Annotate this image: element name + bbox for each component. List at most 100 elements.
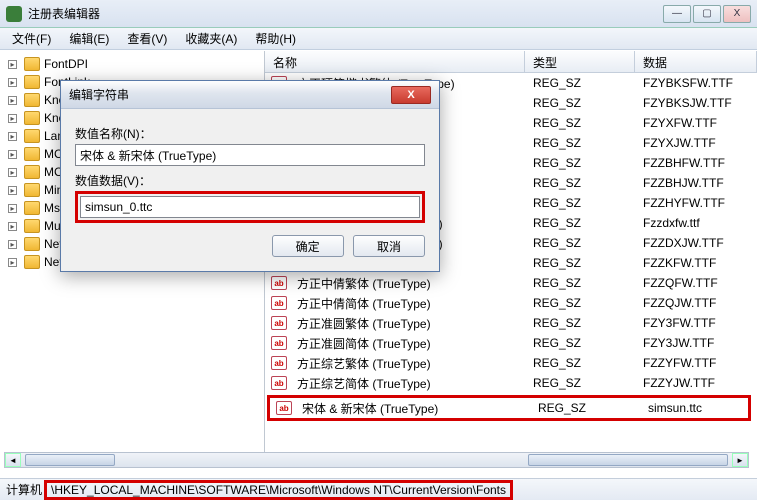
scroll-left-icon[interactable]: ◄: [5, 453, 21, 467]
folder-icon: [24, 111, 40, 125]
table-row[interactable]: ab宋体 & 新宋体 (TrueType)REG_SZsimsun.ttc: [270, 398, 748, 418]
folder-icon: [24, 237, 40, 251]
expand-icon[interactable]: [8, 258, 17, 267]
folder-icon: [24, 147, 40, 161]
cell-data: FZZBHFW.TTF: [635, 156, 757, 170]
app-icon: [6, 6, 22, 22]
window-title: 注册表编辑器: [28, 5, 663, 22]
expand-icon[interactable]: [8, 60, 17, 69]
menu-help[interactable]: 帮助(H): [247, 28, 304, 49]
horizontal-scrollbar[interactable]: ◄ ►: [4, 452, 749, 468]
header-data[interactable]: 数据: [635, 51, 757, 72]
menu-view[interactable]: 查看(V): [119, 28, 175, 49]
menu-file[interactable]: 文件(F): [4, 28, 59, 49]
cell-type: REG_SZ: [525, 196, 635, 210]
string-value-icon: ab: [271, 296, 287, 310]
folder-icon: [24, 129, 40, 143]
table-row[interactable]: ab方正综艺繁体 (TrueType)REG_SZFZZYFW.TTF: [265, 353, 757, 373]
scroll-thumb-left[interactable]: [25, 454, 115, 466]
minimize-button[interactable]: —: [663, 5, 691, 23]
list-header: 名称 类型 数据: [265, 51, 757, 73]
cell-data: FZYXJW.TTF: [635, 136, 757, 150]
expand-icon[interactable]: [8, 150, 17, 159]
cell-type: REG_SZ: [525, 236, 635, 250]
expand-icon[interactable]: [8, 186, 17, 195]
scroll-right-icon[interactable]: ►: [732, 453, 748, 467]
cell-type: REG_SZ: [525, 136, 635, 150]
header-type[interactable]: 类型: [525, 51, 635, 72]
expand-icon[interactable]: [8, 132, 17, 141]
value-data-input[interactable]: [80, 196, 420, 218]
edit-string-dialog: 编辑字符串 X 数值名称(N)： 数值数据(V)： 确定 取消: [60, 80, 440, 272]
table-row[interactable]: ab方正准圆简体 (TrueType)REG_SZFZY3JW.TTF: [265, 333, 757, 353]
highlighted-row: ab宋体 & 新宋体 (TrueType)REG_SZsimsun.ttc: [267, 395, 751, 421]
cell-name: 方正综艺繁体 (TrueType): [289, 355, 525, 372]
table-row[interactable]: ab方正中倩简体 (TrueType)REG_SZFZZQJW.TTF: [265, 293, 757, 313]
header-name[interactable]: 名称: [265, 51, 525, 72]
cell-type: REG_SZ: [525, 116, 635, 130]
cell-data: FZZYJW.TTF: [635, 376, 757, 390]
ok-button[interactable]: 确定: [272, 235, 344, 257]
cell-data: FZY3FW.TTF: [635, 316, 757, 330]
cell-type: REG_SZ: [525, 336, 635, 350]
expand-icon[interactable]: [8, 114, 17, 123]
string-value-icon: ab: [271, 356, 287, 370]
tree-item[interactable]: FontDPI: [0, 55, 264, 73]
maximize-button[interactable]: ▢: [693, 5, 721, 23]
menu-edit[interactable]: 编辑(E): [61, 28, 117, 49]
table-row[interactable]: ab方正综艺简体 (TrueType)REG_SZFZZYJW.TTF: [265, 373, 757, 393]
table-row[interactable]: ab方正准圆繁体 (TrueType)REG_SZFZY3FW.TTF: [265, 313, 757, 333]
cell-data: FZZQFW.TTF: [635, 276, 757, 290]
expand-icon[interactable]: [8, 240, 17, 249]
scroll-thumb-right[interactable]: [528, 454, 728, 466]
folder-icon: [24, 183, 40, 197]
cell-data: FZYXFW.TTF: [635, 116, 757, 130]
cell-type: REG_SZ: [525, 276, 635, 290]
string-value-icon: ab: [271, 316, 287, 330]
string-value-icon: ab: [271, 376, 287, 390]
value-name-input[interactable]: [75, 144, 425, 166]
folder-icon: [24, 93, 40, 107]
cell-data: FZZBHJW.TTF: [635, 176, 757, 190]
table-row[interactable]: ab方正中倩繁体 (TrueType)REG_SZFZZQFW.TTF: [265, 273, 757, 293]
folder-icon: [24, 75, 40, 89]
close-button[interactable]: X: [723, 5, 751, 23]
dialog-close-button[interactable]: X: [391, 86, 431, 104]
value-data-label: 数值数据(V)：: [75, 172, 425, 189]
status-bar: 计算机 \HKEY_LOCAL_MACHINE\SOFTWARE\Microso…: [0, 478, 757, 500]
folder-icon: [24, 57, 40, 71]
cancel-button[interactable]: 取消: [353, 235, 425, 257]
cell-type: REG_SZ: [525, 296, 635, 310]
folder-icon: [24, 201, 40, 215]
cell-data: Fzzdxfw.ttf: [635, 216, 757, 230]
folder-icon: [24, 219, 40, 233]
cell-data: FZZDXJW.TTF: [635, 236, 757, 250]
cell-name: 方正准圆简体 (TrueType): [289, 335, 525, 352]
cell-type: REG_SZ: [530, 401, 640, 415]
expand-icon[interactable]: [8, 222, 17, 231]
cell-type: REG_SZ: [525, 256, 635, 270]
cell-data: FZZYFW.TTF: [635, 356, 757, 370]
cell-name: 方正中倩繁体 (TrueType): [289, 275, 525, 292]
cell-data: FZY3JW.TTF: [635, 336, 757, 350]
menu-favorites[interactable]: 收藏夹(A): [177, 28, 245, 49]
status-path: \HKEY_LOCAL_MACHINE\SOFTWARE\Microsoft\W…: [44, 480, 513, 500]
status-prefix: 计算机: [6, 481, 42, 498]
window-titlebar: 注册表编辑器 — ▢ X: [0, 0, 757, 28]
dialog-title: 编辑字符串: [69, 86, 391, 103]
expand-icon[interactable]: [8, 78, 17, 87]
expand-icon[interactable]: [8, 96, 17, 105]
expand-icon[interactable]: [8, 168, 17, 177]
cell-data: FZZHYFW.TTF: [635, 196, 757, 210]
cell-data: FZZQJW.TTF: [635, 296, 757, 310]
cell-name: 方正中倩简体 (TrueType): [289, 295, 525, 312]
dialog-titlebar[interactable]: 编辑字符串 X: [61, 81, 439, 109]
cell-type: REG_SZ: [525, 376, 635, 390]
menu-bar: 文件(F) 编辑(E) 查看(V) 收藏夹(A) 帮助(H): [0, 28, 757, 50]
expand-icon[interactable]: [8, 204, 17, 213]
string-value-icon: ab: [271, 336, 287, 350]
cell-data: FZYBKSFW.TTF: [635, 76, 757, 90]
cell-type: REG_SZ: [525, 176, 635, 190]
value-name-label: 数值名称(N)：: [75, 125, 425, 142]
cell-name: 宋体 & 新宋体 (TrueType): [294, 400, 530, 417]
